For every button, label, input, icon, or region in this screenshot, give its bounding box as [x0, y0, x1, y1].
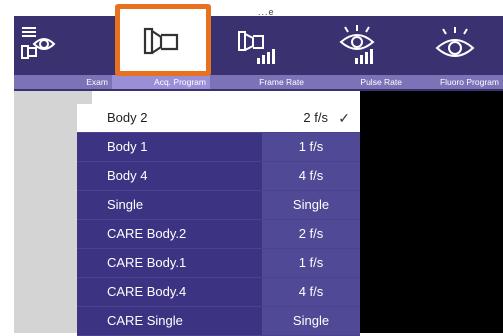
menu-item-name: CARE Body.1	[77, 249, 262, 277]
menu-item-care-body-4[interactable]: CARE Body.4 4 f/s	[77, 278, 360, 307]
checkmark-icon: ✓	[338, 110, 350, 126]
exam-eye-icon	[21, 27, 56, 59]
menu-item-name: CARE Body.4	[77, 278, 262, 306]
menu-item-name: CARE Body.2	[77, 220, 262, 248]
tab-fluoro-program[interactable]: Fluoro Program	[406, 16, 503, 91]
tab-pulse-rate-label: Pulse Rate	[308, 75, 406, 89]
tab-frame-rate-label: Frame Rate	[210, 75, 308, 89]
acq-program-dropdown: Body 2 2 f/s ✓ Body 1 1 f/s Body 4 4 f/s…	[77, 104, 360, 336]
tab-acq-program-label: Acq. Program	[112, 75, 210, 89]
tab-fluoro-program-label: Fluoro Program	[406, 75, 503, 89]
menu-item-body-4[interactable]: Body 4 4 f/s	[77, 162, 360, 191]
menu-item-rate: 1 f/s	[262, 249, 360, 277]
menu-item-rate: 1 f/s	[262, 133, 360, 161]
acquisition-camera-icon	[143, 27, 179, 55]
menu-item-name: Body 1	[77, 133, 262, 161]
tab-exam[interactable]: Exam	[14, 16, 112, 91]
menu-item-rate: Single	[262, 191, 360, 219]
image-viewport	[360, 91, 503, 333]
menu-item-name: Body 4	[77, 162, 262, 190]
menu-item-rate: 4 f/s	[262, 278, 360, 306]
acquisition-toolbar: Exam Acq. Program Frame Rate Pulse Rate	[14, 16, 503, 91]
tab-exam-label: Exam	[14, 75, 112, 89]
pulse-rate-eye-icon	[339, 25, 375, 64]
menu-item-care-body-1[interactable]: CARE Body.1 1 f/s	[77, 249, 360, 278]
menu-item-rate: 2 f/s	[262, 220, 360, 248]
menu-item-name: CARE Single	[77, 307, 262, 335]
tab-frame-rate[interactable]: Frame Rate	[210, 16, 308, 91]
menu-item-body-2[interactable]: Body 2 2 f/s ✓	[77, 104, 360, 133]
frame-rate-icon	[238, 31, 275, 64]
tab-pulse-rate[interactable]: Pulse Rate	[308, 16, 406, 91]
menu-item-name: Body 2	[77, 104, 262, 132]
fluoro-eye-icon	[434, 27, 475, 57]
menu-item-rate: Single	[262, 307, 360, 335]
menu-item-body-1[interactable]: Body 1 1 f/s	[77, 133, 360, 162]
selected-tab-highlight[interactable]	[115, 4, 211, 76]
menu-item-name: Single	[77, 191, 262, 219]
menu-item-care-body-2[interactable]: CARE Body.2 2 f/s	[77, 220, 360, 249]
menu-item-care-single[interactable]: CARE Single Single	[77, 307, 360, 336]
menu-item-single[interactable]: Single Single	[77, 191, 360, 220]
menu-item-rate: 4 f/s	[262, 162, 360, 190]
